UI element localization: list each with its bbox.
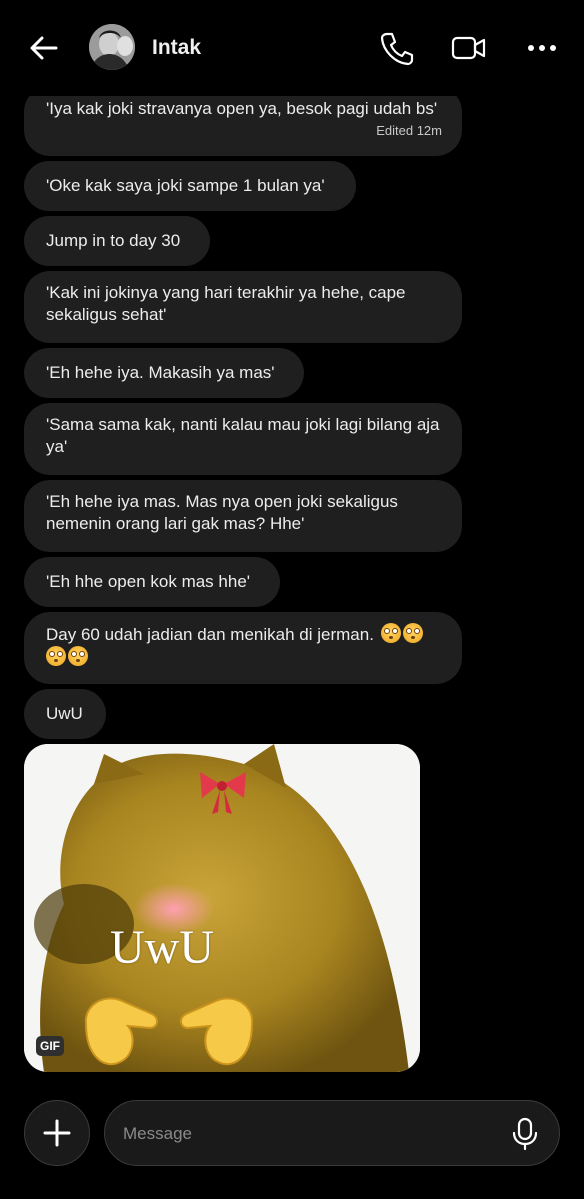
voice-message-button[interactable]	[509, 1117, 541, 1151]
message-box	[104, 1100, 560, 1166]
message-text: 'Sama sama kak, nanti kalau mau joki lag…	[46, 415, 440, 456]
microphone-icon	[512, 1117, 538, 1151]
add-attachment-button[interactable]	[24, 1100, 90, 1166]
contact-name[interactable]: Intak	[152, 36, 201, 60]
message-bubble[interactable]: Jump in to day 30	[24, 216, 210, 266]
phone-icon	[380, 32, 414, 66]
flushed-face-emoji-icon	[68, 646, 88, 666]
message-composer	[0, 1086, 584, 1199]
flushed-face-emoji-icon	[402, 623, 423, 643]
message-text: 'Kak ini jokinya yang hari terakhir ya h…	[46, 283, 406, 324]
video-call-button[interactable]	[450, 30, 488, 66]
back-button[interactable]	[26, 30, 62, 66]
edited-label: Edited 12m	[376, 123, 442, 138]
message-bubble[interactable]: 'Oke kak saya joki sampe 1 bulan ya'	[24, 161, 356, 211]
avatar[interactable]	[89, 24, 135, 70]
more-horizontal-icon	[528, 45, 556, 51]
message-bubble[interactable]: 'Sama sama kak, nanti kalau mau joki lag…	[24, 403, 462, 475]
message-text: 'Oke kak saya joki sampe 1 bulan ya'	[46, 176, 325, 195]
plus-icon	[43, 1119, 71, 1147]
message-bubble[interactable]: 'Eh hehe iya mas. Mas nya open joki seka…	[24, 480, 462, 552]
message-text: Day 60 udah jadian dan menikah di jerman…	[46, 625, 374, 644]
gif-message[interactable]: UwU GIF	[24, 744, 420, 1072]
message-text: 'Eh hhe open kok mas hhe'	[46, 572, 251, 591]
message-list: 'Iya kak joki stravanya open ya, besok p…	[0, 0, 584, 1080]
dog-gif-image	[24, 744, 420, 1072]
video-camera-icon	[451, 36, 486, 60]
message-text: 'Eh hehe iya. Makasih ya mas'	[46, 363, 275, 382]
message-text: 'Eh hehe iya mas. Mas nya open joki seka…	[46, 492, 398, 533]
message-bubble[interactable]: Day 60 udah jadian dan menikah di jerman…	[24, 612, 462, 684]
flushed-face-emoji-icon	[46, 646, 66, 666]
arrow-left-icon	[30, 36, 58, 60]
message-bubble[interactable]: UwU	[24, 689, 106, 739]
gif-caption: UwU	[110, 921, 214, 974]
chat-header: Intak	[0, 0, 584, 96]
flushed-face-emoji-icon	[380, 623, 401, 643]
voice-call-button[interactable]	[378, 30, 414, 66]
profile-photo	[89, 24, 135, 70]
message-bubble[interactable]: 'Kak ini jokinya yang hari terakhir ya h…	[24, 271, 462, 343]
message-text: Jump in to day 30	[46, 231, 181, 250]
message-bubble[interactable]: 'Eh hhe open kok mas hhe'	[24, 557, 280, 607]
message-input[interactable]	[121, 1119, 495, 1149]
message-bubble[interactable]: 'Iya kak joki stravanya open ya, besok p…	[24, 86, 462, 156]
message-text: UwU	[46, 704, 83, 723]
gif-badge: GIF	[36, 1036, 64, 1056]
more-options-button[interactable]	[524, 30, 560, 66]
message-text: 'Iya kak joki stravanya open ya, besok p…	[46, 99, 438, 118]
message-bubble[interactable]: 'Eh hehe iya. Makasih ya mas'	[24, 348, 304, 398]
